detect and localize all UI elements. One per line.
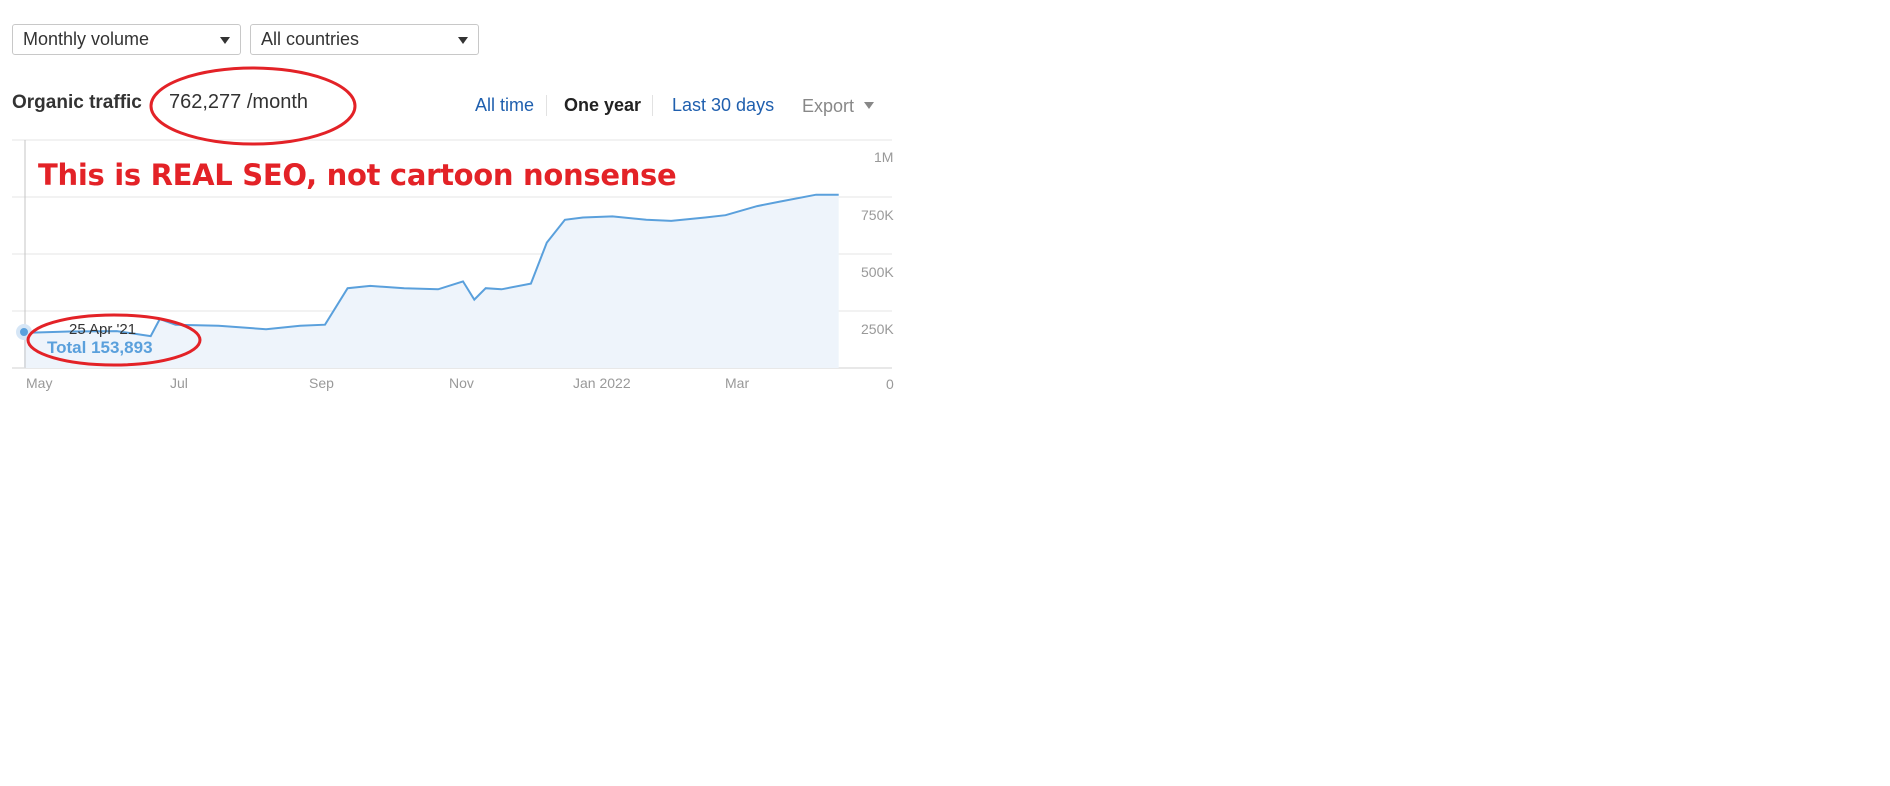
value-highlight-ellipse	[149, 66, 357, 146]
x-tick-label: Nov	[449, 375, 474, 391]
y-tick-label: 0	[886, 376, 894, 392]
annotation-text: This is REAL SEO, not cartoon nonsense	[38, 158, 677, 192]
tooltip-date: 25 Apr '21	[69, 321, 137, 338]
x-tick-label: Jan 2022	[573, 375, 631, 391]
y-tick-label: 1M	[874, 149, 894, 165]
traffic-chart	[12, 66, 892, 369]
x-tick-label: Jul	[170, 375, 188, 391]
x-tick-label: May	[26, 375, 53, 391]
y-tick-label: 500K	[861, 264, 894, 280]
y-tick-label: 750K	[861, 207, 894, 223]
x-tick-label: Mar	[725, 375, 750, 391]
tooltip-total: Total 153,893	[47, 338, 153, 357]
x-tick-label: Sep	[309, 375, 334, 391]
y-tick-label: 250K	[861, 321, 894, 337]
